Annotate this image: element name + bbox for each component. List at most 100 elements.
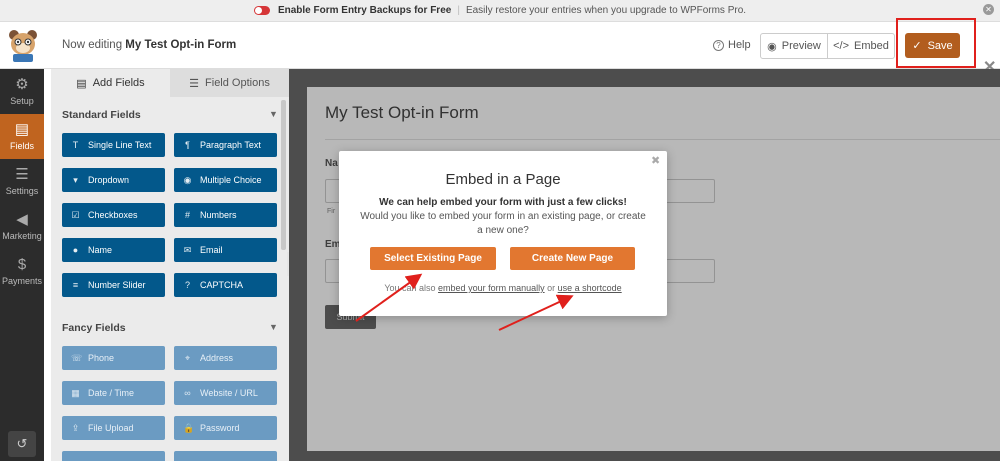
notice-text: Easily restore your entries when you upg… xyxy=(465,5,747,16)
preview-embed-group: ◉ Preview </> Embed xyxy=(760,33,895,59)
save-button[interactable]: ✓ Save xyxy=(905,33,960,58)
list-icon: ▤ xyxy=(76,77,87,90)
map-marker-icon: ⌖ xyxy=(184,352,191,363)
close-icon[interactable]: ✖ xyxy=(651,154,660,167)
field-button-partial[interactable] xyxy=(174,451,277,461)
question-icon: ? xyxy=(184,280,190,290)
sidebar-item-marketing[interactable]: ◀ Marketing xyxy=(0,204,44,249)
radio-icon: ◉ xyxy=(183,174,192,185)
footer-prefix: You can also xyxy=(384,283,436,293)
field-button-paragraph-text[interactable]: ¶ Paragraph Text xyxy=(174,133,277,157)
paragraph-icon: ¶ xyxy=(185,140,190,150)
field-button-label: Password xyxy=(200,423,240,433)
field-button-label: CAPTCHA xyxy=(200,280,244,290)
link-icon: ∞ xyxy=(184,388,191,398)
field-button-website-url[interactable]: ∞ Website / URL xyxy=(174,381,277,405)
list-icon: ▤ xyxy=(14,121,30,138)
field-button-checkboxes[interactable]: ☑ Checkboxes xyxy=(62,203,165,227)
notice-close-icon[interactable]: ✕ xyxy=(983,4,994,15)
create-new-page-button[interactable]: Create New Page xyxy=(510,247,635,270)
tab-label: Add Fields xyxy=(92,77,145,89)
field-button-password[interactable]: 🔒 Password xyxy=(174,416,277,440)
field-button-date-time[interactable]: ▦ Date / Time xyxy=(62,381,165,405)
field-button-label: Website / URL xyxy=(200,388,258,398)
field-button-label: Dropdown xyxy=(88,175,130,185)
code-icon: </> xyxy=(833,40,850,52)
field-button-address[interactable]: ⌖ Address xyxy=(174,346,277,370)
fields-panel: ▤ Add Fields ☰ Field Options Standard Fi… xyxy=(51,69,289,461)
field-button-label: Email xyxy=(200,245,223,255)
fancy-fields-heading[interactable]: Fancy Fields xyxy=(62,322,126,334)
modal-description-bold: We can help embed your form with just a … xyxy=(379,197,627,208)
sidebar-item-payments[interactable]: $ Payments xyxy=(0,249,44,294)
chevron-down-icon[interactable]: ▼ xyxy=(269,109,278,119)
tab-add-fields[interactable]: ▤ Add Fields xyxy=(51,69,170,97)
shortcode-link[interactable]: use a shortcode xyxy=(558,283,622,293)
sliders-icon: ☰ xyxy=(15,166,29,183)
sidebar-item-label: Settings xyxy=(5,186,39,196)
tab-label: Field Options xyxy=(205,77,270,89)
sidebar-item-label: Marketing xyxy=(2,231,42,241)
field-button-label: Multiple Choice xyxy=(200,175,262,185)
gear-icon: ⚙ xyxy=(15,76,29,93)
checkbox-icon: ☑ xyxy=(71,209,80,220)
field-button-label: Phone xyxy=(88,353,115,363)
field-button-captcha[interactable]: ? CAPTCHA xyxy=(174,273,277,297)
field-button-label: Name xyxy=(88,245,113,255)
hash-icon: # xyxy=(184,210,190,220)
embed-modal: ✖ Embed in a Page We can help embed your… xyxy=(339,151,667,316)
eye-icon: ◉ xyxy=(767,40,777,53)
field-button-label: Checkboxes xyxy=(88,210,138,220)
preview-label: Preview xyxy=(781,40,821,52)
standard-fields-heading[interactable]: Standard Fields xyxy=(62,109,141,121)
editing-prefix: Now editing xyxy=(62,39,123,51)
embed-manually-link[interactable]: embed your form manually xyxy=(438,283,545,293)
notice-separator: | xyxy=(457,5,460,16)
chevron-down-icon[interactable]: ▼ xyxy=(269,322,278,332)
slider-icon: ≡ xyxy=(72,280,79,290)
panel-tabs: ▤ Add Fields ☰ Field Options xyxy=(51,69,289,97)
field-button-label: File Upload xyxy=(88,423,134,433)
editing-title: Now editing My Test Opt-in Form xyxy=(62,39,236,51)
question-icon: ? xyxy=(713,39,724,51)
sidebar-item-label: Payments xyxy=(1,276,43,286)
upload-icon: ⇪ xyxy=(71,422,80,433)
field-button-name[interactable]: ● Name xyxy=(62,238,165,262)
select-existing-page-button[interactable]: Select Existing Page xyxy=(370,247,496,270)
field-button-phone[interactable]: ☏ Phone xyxy=(62,346,165,370)
backup-notice-bar: Enable Form Entry Backups for Free | Eas… xyxy=(0,0,1000,22)
sidebar-item-label: Fields xyxy=(9,141,34,151)
sidebar-item-fields[interactable]: ▤ Fields xyxy=(0,114,44,159)
revisions-history-icon[interactable]: ↺ xyxy=(8,431,36,457)
tab-field-options[interactable]: ☰ Field Options xyxy=(170,69,289,97)
sidebar-item-setup[interactable]: ⚙ Setup xyxy=(0,69,44,114)
field-button-email[interactable]: ✉ Email xyxy=(174,238,277,262)
text-icon: T xyxy=(72,140,79,150)
field-button-label: Paragraph Text xyxy=(200,140,261,150)
field-button-label: Number Slider xyxy=(88,280,146,290)
sidebar-item-settings[interactable]: ☰ Settings xyxy=(0,159,44,204)
field-button-dropdown[interactable]: ▾ Dropdown xyxy=(62,168,165,192)
panel-scrollbar[interactable] xyxy=(281,100,286,250)
field-button-file-upload[interactable]: ⇪ File Upload xyxy=(62,416,165,440)
field-button-number-slider[interactable]: ≡ Number Slider xyxy=(62,273,165,297)
lock-icon: 🔒 xyxy=(183,422,195,433)
sidebar-item-label: Setup xyxy=(10,96,34,106)
help-button[interactable]: ? Help xyxy=(713,39,751,51)
embed-button[interactable]: </> Embed xyxy=(827,34,894,58)
preview-button[interactable]: ◉ Preview xyxy=(761,34,827,58)
field-button-label: Address xyxy=(200,353,234,363)
modal-footer-text: You can also embed your form manually or… xyxy=(339,283,667,293)
field-button-single-line-text[interactable]: T Single Line Text xyxy=(62,133,165,157)
field-button-numbers[interactable]: # Numbers xyxy=(174,203,277,227)
field-button-multiple-choice[interactable]: ◉ Multiple Choice xyxy=(174,168,277,192)
field-button-partial[interactable] xyxy=(62,451,165,461)
form-name: My Test Opt-in Form xyxy=(125,39,237,51)
backup-toggle[interactable] xyxy=(253,6,270,15)
footer-or: or xyxy=(547,283,556,293)
dollar-icon: $ xyxy=(17,256,27,273)
field-button-label: Single Line Text xyxy=(88,140,152,150)
help-label: Help xyxy=(728,39,751,51)
megaphone-icon: ◀ xyxy=(16,211,28,228)
check-icon: ✓ xyxy=(912,40,922,52)
